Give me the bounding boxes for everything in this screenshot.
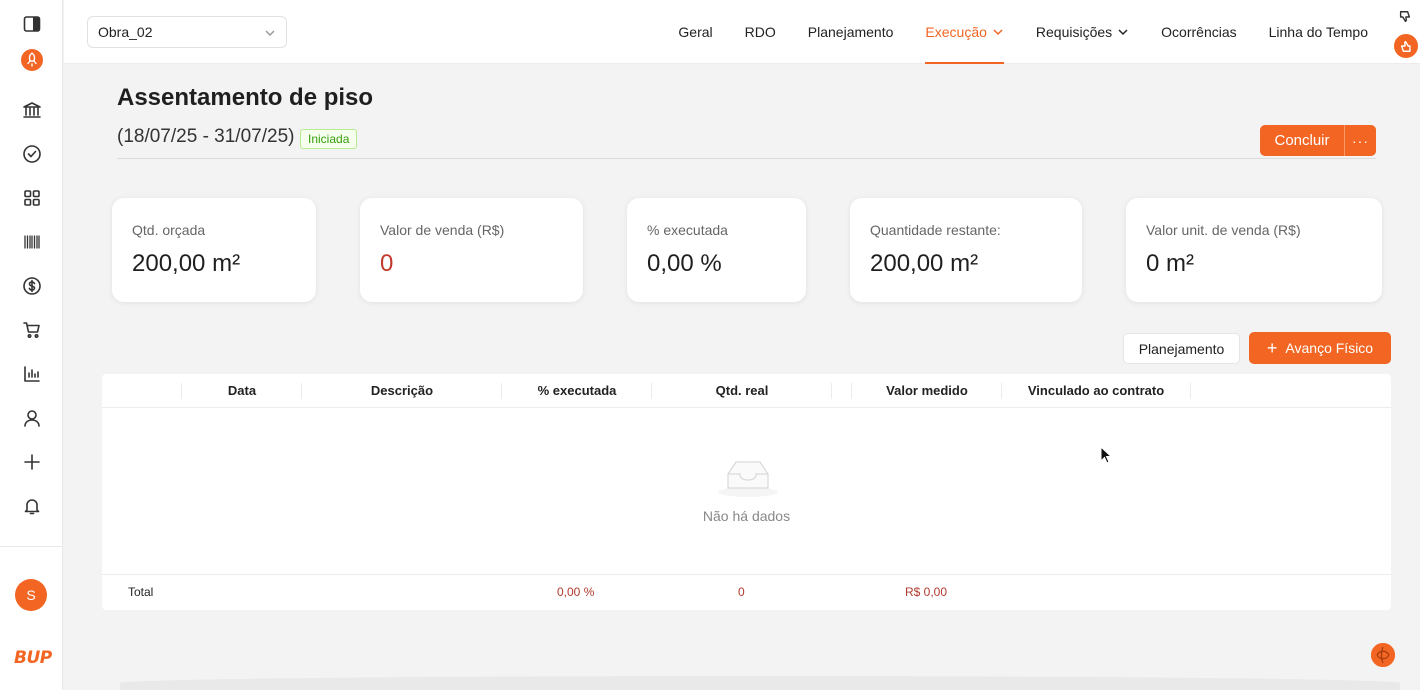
user-icon[interactable] (20, 406, 44, 430)
check-circle-icon[interactable] (20, 142, 44, 166)
stat-value: 0 (380, 250, 394, 277)
column-separator (1190, 383, 1191, 399)
thumbs-up-icon[interactable] (1394, 34, 1418, 58)
total-label: Total (128, 585, 154, 599)
more-options-button[interactable]: ··· (1344, 125, 1376, 156)
stat-label: Valor de venda (R$) (380, 222, 505, 238)
dollar-icon[interactable] (20, 274, 44, 298)
bank-icon[interactable] (20, 98, 44, 122)
mouse-cursor-icon (1100, 445, 1114, 466)
total-real-qty: 0 (738, 585, 745, 599)
empty-inbox-icon (716, 454, 780, 498)
nav-item-ocorr-ncias[interactable]: Ocorrências (1145, 0, 1252, 64)
bar-chart-icon[interactable] (20, 362, 44, 386)
nav-item-rdo[interactable]: RDO (729, 0, 792, 64)
plus-icon[interactable] (20, 450, 44, 474)
nav-item-label: Geral (678, 24, 713, 40)
empty-state-text: Não há dados (702, 508, 791, 524)
nav-item-label: Requisições (1035, 24, 1113, 40)
add-physical-progress-button[interactable]: + Avanço Físico (1249, 332, 1391, 364)
progress-table: Data Descrição % executada Qtd. real Val… (102, 374, 1391, 610)
column-header-linked-contract[interactable]: Vinculado ao contrato (1002, 374, 1190, 408)
project-select-value: Obra_02 (98, 24, 153, 40)
project-select[interactable]: Obra_02 (87, 16, 287, 48)
topbar: Obra_02 Geral RDO Planejamento Execução Requ… (64, 0, 1420, 64)
stat-card-budget-qty: Qtd. orçada 200,00 m² (112, 198, 316, 302)
table-footer-total: Total 0,00 % 0 R$ 0,00 (102, 575, 1391, 610)
column-header-description[interactable]: Descrição (302, 374, 502, 408)
nav-item-requisi-es[interactable]: Requisições (1020, 0, 1145, 64)
sidebar: S BUP (0, 0, 63, 690)
cart-icon[interactable] (20, 318, 44, 342)
status-badge: Iniciada (300, 129, 358, 149)
nav-item-label: Execução (925, 24, 987, 40)
stat-label: Valor unit. de venda (R$) (1146, 222, 1301, 238)
plus-icon: + (1266, 338, 1278, 358)
stat-card-sale-value: Valor de venda (R$) 0 (360, 198, 583, 302)
column-header-date[interactable]: Data (182, 374, 302, 408)
nav-item-label: Linha do Tempo (1268, 24, 1368, 40)
nav-item-label: RDO (744, 24, 776, 40)
rocket-icon[interactable] (20, 48, 44, 72)
nav-item-geral[interactable]: Geral (662, 0, 728, 64)
thumbs-down-icon[interactable] (1398, 10, 1414, 26)
stat-value: 200,00 m² (132, 250, 241, 277)
date-range: (18/07/25 - 31/07/25) (117, 126, 295, 147)
add-physical-progress-label: Avanço Físico (1285, 340, 1374, 356)
planning-button[interactable]: Planejamento (1123, 333, 1240, 364)
bottom-panel-edge (120, 676, 1400, 690)
chevron-down-icon (264, 26, 276, 38)
panel-toggle-icon[interactable] (20, 12, 44, 36)
chevron-down-icon (1117, 26, 1129, 38)
column-header-executed-percent[interactable]: % executada (502, 374, 652, 408)
stat-value: 200,00 m² (870, 250, 979, 277)
column-separator (831, 383, 832, 399)
nav-item-label: Planejamento (807, 24, 894, 40)
nav-item-label: Ocorrências (1161, 24, 1237, 40)
column-header-real-qty[interactable]: Qtd. real (652, 374, 832, 408)
main-nav: Geral RDO Planejamento Execução Requisições O… (662, 0, 1384, 64)
stat-label: Quantidade restante: (870, 222, 1001, 238)
brand-logo: BUP (14, 648, 52, 668)
stat-value: 0 m² (1146, 250, 1194, 277)
sidebar-divider (0, 546, 63, 547)
conclude-button[interactable]: Concluir (1260, 125, 1344, 156)
total-measured-value: R$ 0,00 (905, 585, 948, 599)
stat-label: % executada (647, 222, 728, 238)
page-title: Assentamento de piso (117, 84, 374, 111)
nav-item-linha-do-tempo[interactable]: Linha do Tempo (1253, 0, 1384, 64)
stat-card-remaining-qty: Quantidade restante: 200,00 m² (850, 198, 1082, 302)
stat-label: Qtd. orçada (132, 222, 206, 238)
empty-state: Não há dados (102, 408, 1391, 575)
table-header: Data Descrição % executada Qtd. real Val… (102, 374, 1391, 408)
header-divider (117, 158, 1376, 159)
nav-item-execu-o[interactable]: Execução (909, 0, 1019, 64)
bell-icon[interactable] (20, 494, 44, 518)
total-executed-percent: 0,00 % (557, 585, 595, 599)
stat-card-executed-percent: % executada 0,00 % (627, 198, 806, 302)
nav-item-planejamento[interactable]: Planejamento (792, 0, 910, 64)
help-chat-button[interactable] (1371, 643, 1395, 667)
grid-icon[interactable] (20, 186, 44, 210)
stat-value: 0,00 % (647, 250, 722, 277)
chevron-down-icon (992, 26, 1004, 38)
stat-card-unit-sale-value: Valor unit. de venda (R$) 0 m² (1126, 198, 1382, 302)
conclude-button-group: Concluir ··· (1260, 125, 1376, 156)
avatar[interactable]: S (15, 579, 47, 611)
column-header-measured-value[interactable]: Valor medido (852, 374, 1002, 408)
barcode-icon[interactable] (20, 230, 44, 254)
